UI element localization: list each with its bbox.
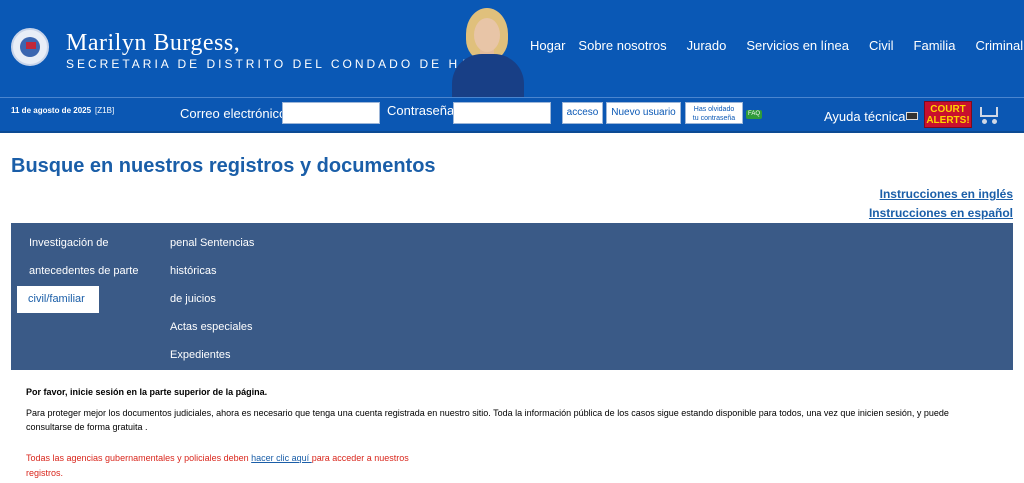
login-prompt: Por favor, inicie sesión en la parte sup… xyxy=(26,387,268,397)
forgot-line-2: tu contraseña xyxy=(692,115,736,122)
login-button[interactable]: acceso xyxy=(562,102,603,124)
tab-civil-family-active[interactable]: civil/familiar xyxy=(17,286,99,313)
password-field[interactable] xyxy=(453,102,551,124)
site-header: Marilyn Burgess, SECRETARIA DE DISTRITO … xyxy=(0,0,1024,97)
registration-notice: Para proteger mejor los documentos judic… xyxy=(26,408,949,432)
tab-files[interactable]: Expedientes xyxy=(170,349,231,361)
texas-flag-icon xyxy=(26,42,36,49)
tab-civil-family-line-2[interactable]: antecedentes de parte xyxy=(29,265,138,277)
nav-criminal[interactable]: Criminal xyxy=(975,38,1023,53)
tab-civil-family-line-1[interactable]: Investigación de xyxy=(29,237,109,249)
new-user-button[interactable]: Nuevo usuario xyxy=(606,102,681,124)
instructions-spanish-link[interactable]: Instrucciones en español xyxy=(869,206,1013,220)
portrait-face xyxy=(474,18,500,52)
server-code: [Z1B] xyxy=(95,106,115,115)
nav-jurado[interactable]: Jurado xyxy=(687,38,727,53)
page-title: Busque en nuestros registros y documento… xyxy=(11,155,436,177)
email-label: Correo electrónico xyxy=(180,106,287,121)
nav-sobre-nosotros[interactable]: Sobre nosotros xyxy=(578,38,666,53)
county-seal-logo[interactable] xyxy=(11,28,49,66)
shopping-cart-icon[interactable] xyxy=(977,103,1001,125)
gov-prefix: Todas las agencias gubernamentales y pol… xyxy=(26,453,252,463)
government-agencies-notice: Todas las agencias gubernamentales y pol… xyxy=(26,451,426,481)
nav-familia[interactable]: Familia xyxy=(914,38,956,53)
login-bar: 11 de agosto de 2025 [Z1B] Correo electró… xyxy=(0,97,1024,133)
clerk-name: Marilyn Burgess, xyxy=(66,30,241,56)
alerts-line-2: ALERTS! xyxy=(926,115,970,126)
cart-wheel xyxy=(992,119,997,124)
main-nav: Hogar Sobre nosotros Jurado Servicios en… xyxy=(530,38,1024,53)
date-text: 11 de agosto de 2025 xyxy=(11,106,92,115)
instructions-english-link[interactable]: Instrucciones en inglés xyxy=(880,187,1013,201)
tab-trials[interactable]: de juicios xyxy=(170,293,216,305)
email-field[interactable] xyxy=(282,102,380,124)
tab-criminal-judgments[interactable]: penal Sentencias xyxy=(170,237,254,249)
alerts-line-1: COURT xyxy=(930,104,966,115)
cart-wheel xyxy=(982,119,987,124)
gov-click-here-link[interactable]: hacer clic aquí xyxy=(251,453,312,463)
laptop-icon xyxy=(906,112,918,120)
search-tabs-panel: Investigación de antecedentes de parte c… xyxy=(11,223,1013,370)
tab-special-minutes[interactable]: Actas especiales xyxy=(170,321,253,333)
court-alerts-logo[interactable]: COURT ALERTS! xyxy=(924,101,972,128)
nav-servicios-en-linea[interactable]: Servicios en línea xyxy=(746,38,849,53)
tab-historical[interactable]: históricas xyxy=(170,265,216,277)
current-date: 11 de agosto de 2025 [Z1B] xyxy=(11,106,114,115)
clerk-subtitle: SECRETARIA DE DISTRITO DEL CONDADO DE HA… xyxy=(66,57,512,71)
portrait-body xyxy=(452,54,524,97)
forgot-password-button[interactable]: Has olvidado tu contraseña xyxy=(685,102,743,124)
faq-badge[interactable]: FAQ xyxy=(746,110,762,119)
tech-help-link[interactable]: Ayuda técnica xyxy=(824,109,905,124)
cart-basket xyxy=(980,107,998,117)
clerk-portrait xyxy=(452,6,524,97)
password-label: Contraseña xyxy=(387,103,455,118)
forgot-line-1: Has olvidado xyxy=(693,106,735,113)
nav-hogar[interactable]: Hogar xyxy=(530,38,565,53)
nav-civil[interactable]: Civil xyxy=(869,38,894,53)
